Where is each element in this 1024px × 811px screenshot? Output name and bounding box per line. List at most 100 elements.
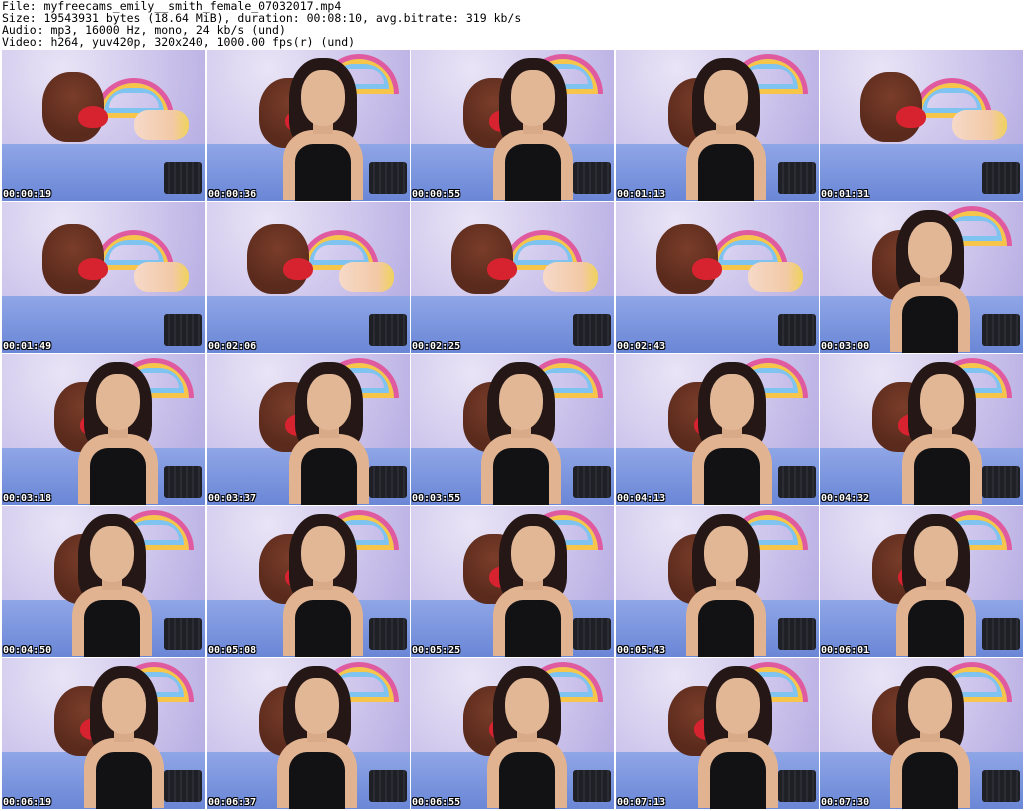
thumbnail-timestamp: 00:00:36 [208, 189, 257, 200]
thumbnail-timestamp: 00:04:13 [617, 493, 666, 504]
person-figure [882, 666, 977, 809]
keyboard [164, 314, 202, 346]
person-face [90, 526, 134, 582]
person-figure [281, 362, 376, 505]
thumbnail-timestamp: 00:06:01 [821, 645, 870, 656]
person-face [505, 678, 549, 734]
thumbnail-timestamp: 00:04:50 [3, 645, 52, 656]
keyboard [982, 618, 1020, 650]
person-top [505, 600, 561, 657]
video-thumbnail: 00:05:25 [411, 506, 614, 657]
person-top [493, 448, 549, 505]
person-top [90, 448, 146, 505]
keyboard [369, 162, 407, 194]
person-figure [882, 210, 977, 353]
keyboard [573, 770, 611, 802]
person-face [511, 70, 555, 126]
person-top [84, 600, 140, 657]
person-face [307, 374, 351, 430]
thumbnail-timestamp: 00:01:49 [3, 341, 52, 352]
thumbnail-timestamp: 00:05:25 [412, 645, 461, 656]
video-thumbnail: 00:00:36 [207, 50, 410, 201]
video-thumbnail: 00:02:06 [207, 202, 410, 353]
person-figure [894, 362, 989, 505]
video-thumbnail: 00:03:55 [411, 354, 614, 505]
thumbnail-timestamp: 00:05:43 [617, 645, 666, 656]
thumbnail-timestamp: 00:04:32 [821, 493, 870, 504]
thumbnail-timestamp: 00:07:13 [617, 797, 666, 808]
long-pillow [134, 110, 189, 140]
person-face [96, 374, 140, 430]
keyboard [573, 314, 611, 346]
thumbnail-timestamp: 00:02:06 [208, 341, 257, 352]
person-face [511, 526, 555, 582]
heart-pillow [896, 106, 926, 128]
person-figure [76, 666, 171, 809]
keyboard [982, 770, 1020, 802]
video-thumbnail: 00:02:43 [616, 202, 819, 353]
thumbnail-timestamp: 00:01:13 [617, 189, 666, 200]
long-pillow [543, 262, 598, 292]
thumbnail-timestamp: 00:00:55 [412, 189, 461, 200]
heart-pillow [78, 106, 108, 128]
keyboard [778, 618, 816, 650]
person-face [704, 70, 748, 126]
thumbnail-timestamp: 00:06:37 [208, 797, 257, 808]
person-face [914, 526, 958, 582]
thumbnail-timestamp: 00:01:31 [821, 189, 870, 200]
person-figure [690, 666, 785, 809]
person-top [295, 600, 351, 657]
person-face [499, 374, 543, 430]
video-info-line: Video: h264, yuv420p, 320x240, 1000.00 f… [2, 35, 356, 49]
thumbnail-timestamp: 00:00:19 [3, 189, 52, 200]
video-thumbnail: 00:06:55 [411, 658, 614, 809]
long-pillow [748, 262, 803, 292]
keyboard [164, 466, 202, 498]
person-top [505, 144, 561, 201]
person-figure [275, 58, 370, 201]
person-face [301, 70, 345, 126]
video-thumbnail: 00:05:08 [207, 506, 410, 657]
person-face [102, 678, 146, 734]
person-figure [678, 514, 773, 657]
thumbnail-timestamp: 00:06:55 [412, 797, 461, 808]
person-figure [269, 666, 364, 809]
person-top [698, 144, 754, 201]
video-thumbnail: 00:04:50 [2, 506, 205, 657]
person-top [289, 752, 345, 809]
video-thumbnail: 00:02:25 [411, 202, 614, 353]
video-thumbnail: 00:03:37 [207, 354, 410, 505]
person-figure [275, 514, 370, 657]
person-figure [485, 514, 580, 657]
video-thumbnail: 00:06:19 [2, 658, 205, 809]
keyboard [369, 314, 407, 346]
thumbnail-timestamp: 00:03:55 [412, 493, 461, 504]
person-face [908, 678, 952, 734]
keyboard [778, 466, 816, 498]
person-face [710, 374, 754, 430]
person-face [716, 678, 760, 734]
thumbnail-timestamp: 00:06:19 [3, 797, 52, 808]
keyboard [573, 466, 611, 498]
person-face [908, 222, 952, 278]
keyboard [164, 618, 202, 650]
person-figure [485, 58, 580, 201]
video-thumbnail: 00:03:18 [2, 354, 205, 505]
person-top [499, 752, 555, 809]
person-top [698, 600, 754, 657]
long-pillow [134, 262, 189, 292]
person-top [908, 600, 964, 657]
video-thumbnail: 00:00:55 [411, 50, 614, 201]
person-face [295, 678, 339, 734]
heart-pillow [692, 258, 722, 280]
person-face [920, 374, 964, 430]
person-figure [473, 362, 568, 505]
keyboard [778, 162, 816, 194]
person-top [301, 448, 357, 505]
video-thumbnail: 00:05:43 [616, 506, 819, 657]
video-thumbnail: 00:00:19 [2, 50, 205, 201]
keyboard [369, 770, 407, 802]
person-figure [888, 514, 983, 657]
thumbnail-grid: 00:00:19 00:00:36 00:00:55 00:01:13 00:01:31… [2, 50, 1023, 810]
person-figure [479, 666, 574, 809]
